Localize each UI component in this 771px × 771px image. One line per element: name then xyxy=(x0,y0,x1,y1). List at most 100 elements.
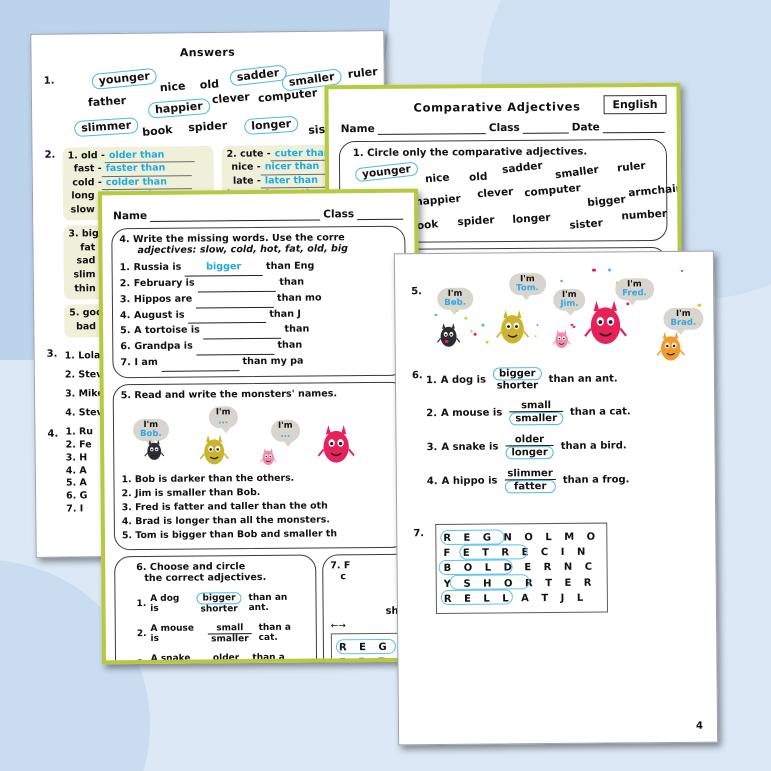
word-father[interactable]: father xyxy=(88,94,127,110)
word-book[interactable]: book xyxy=(142,123,174,140)
word-spider[interactable]: spider xyxy=(188,119,228,135)
choice-item[interactable]: 1. A dog is bigger shorter than an ant. xyxy=(136,591,308,615)
date-input[interactable] xyxy=(603,121,665,133)
word-sister[interactable]: sister xyxy=(569,217,603,232)
word-computer[interactable]: computer xyxy=(257,86,317,105)
front-ex7-number: 7. xyxy=(413,528,424,539)
choice-option-top[interactable]: slimmer xyxy=(504,468,555,480)
word-old[interactable]: old xyxy=(469,171,488,184)
item-prefix: A tortoise is xyxy=(134,325,203,337)
choice-option-top[interactable]: small xyxy=(208,623,252,634)
choice-option-top[interactable]: older xyxy=(505,434,553,446)
front-exercise-6-items[interactable]: 1. A dog is bigger shorter than an ant. 2. A m… xyxy=(412,366,699,494)
choice-option-bottom[interactable]: smaller xyxy=(509,412,563,425)
middle-class-input[interactable] xyxy=(357,208,403,220)
choice-option-bottom[interactable]: fatter xyxy=(504,480,555,493)
item-blank[interactable] xyxy=(203,323,281,340)
word-younger[interactable]: younger xyxy=(91,67,157,89)
word-nice[interactable]: nice xyxy=(159,79,186,95)
item-suffix: than xyxy=(276,276,304,287)
word-longer[interactable]: longer xyxy=(244,115,299,134)
word-number[interactable]: number xyxy=(621,208,667,223)
choice-pair[interactable]: olderlonger xyxy=(505,434,554,459)
word-computer[interactable]: computer xyxy=(524,182,582,199)
word-longer[interactable]: longer xyxy=(512,212,551,226)
choice-item[interactable]: 2. A mouse is small smaller than a cat. xyxy=(137,622,309,645)
choice-option-top[interactable]: bigger xyxy=(493,367,542,380)
wordsearch-highlight xyxy=(336,638,396,654)
answer-blank[interactable]: faster than xyxy=(102,162,192,176)
word-happier[interactable]: happier xyxy=(415,193,461,208)
front-page[interactable]: 5. I'm Bob. I'm Tom. I'm Jim. I'm Fred. I'm Brad.… xyxy=(394,251,718,746)
item-blank[interactable] xyxy=(198,276,276,293)
monster-pink-icon xyxy=(550,327,574,353)
choice-item[interactable]: 3.A snake is olderlonger than a bird. xyxy=(137,652,309,664)
item-suffix: than mo xyxy=(274,292,322,303)
choice-pair[interactable]: olderlonger xyxy=(207,653,246,665)
choice-prefix: A dog is xyxy=(150,593,190,613)
choice-number: 2. xyxy=(426,408,437,419)
class-input[interactable] xyxy=(523,122,569,134)
word-nice[interactable]: nice xyxy=(425,172,450,186)
middle-name-input[interactable] xyxy=(150,208,320,221)
item-number: 7. xyxy=(120,356,134,371)
word-old[interactable]: old xyxy=(199,77,219,92)
fill-in-item[interactable]: 7. I am than my pa xyxy=(120,354,398,372)
word-sadder[interactable]: sadder xyxy=(501,160,543,176)
front-wordsearch[interactable]: R E G N O L M OF E T R E C I NB O L D E … xyxy=(435,523,608,614)
choice-option-bottom[interactable]: shorter xyxy=(197,604,242,614)
word-spider[interactable]: spider xyxy=(457,214,495,228)
choice-item[interactable]: 2. A mouse is small smaller than a cat. xyxy=(426,399,698,426)
word-happier[interactable]: happier xyxy=(148,98,211,119)
choice-option-top[interactable]: bigger xyxy=(196,592,241,604)
answer-blank[interactable]: colder than xyxy=(102,176,192,190)
choice-suffix: than a cat. xyxy=(259,623,309,643)
item-blank[interactable] xyxy=(161,355,239,372)
choice-pair[interactable]: slimmer fatter xyxy=(504,468,556,493)
bubble-name: Bob. xyxy=(444,299,466,308)
choice-item[interactable]: 1. A dog is bigger shorter than an ant. xyxy=(426,366,698,392)
answer-blank[interactable]: older than xyxy=(105,149,195,163)
choice-item[interactable]: 4. A hippo is slimmer fatter than a frog. xyxy=(427,467,699,494)
choice-pair[interactable]: small smaller xyxy=(509,400,563,425)
word-younger[interactable]: younger xyxy=(354,161,418,182)
choice-number: 1. xyxy=(136,599,146,609)
item-blank[interactable] xyxy=(188,308,266,325)
word-bigger[interactable]: bigger xyxy=(587,193,626,209)
exercise-6-items[interactable]: 1. A dog is bigger shorter than an ant. 2. A m… xyxy=(122,591,309,664)
word-smaller[interactable]: smaller xyxy=(554,164,599,182)
choice-option-bottom[interactable]: smaller xyxy=(208,634,252,644)
choice-pair[interactable]: small smaller xyxy=(208,623,252,644)
word-sadder[interactable]: sadder xyxy=(229,64,287,86)
confetti-dot xyxy=(534,335,536,337)
choice-prefix: A snake is xyxy=(441,442,498,453)
choice-option-bottom[interactable]: longer xyxy=(505,446,553,459)
exercise-4-items[interactable]: 1. Russia is bigger than Eng 2. February … xyxy=(120,259,399,372)
choice-pair[interactable]: bigger shorter xyxy=(196,592,241,614)
word-ruler[interactable]: ruler xyxy=(347,65,378,82)
item-prefix: I am xyxy=(134,357,161,368)
exercise-5-sentences: 1. Bob is darker than the others. 2. Jim … xyxy=(121,471,400,544)
middle-worksheet-page[interactable]: Name Class 4. Write the missing words. U… xyxy=(98,189,422,665)
confetti-dot xyxy=(481,324,484,327)
choice-option-top[interactable]: small xyxy=(509,400,563,412)
choice-pair[interactable]: bigger shorter xyxy=(493,367,542,391)
choice-suffix: than an ant. xyxy=(549,373,618,385)
item-prefix: February is xyxy=(134,277,198,289)
monster-pink-icon xyxy=(257,446,279,470)
word-slimmer[interactable]: slimmer xyxy=(74,117,139,137)
word-clever[interactable]: clever xyxy=(211,90,250,107)
name-input[interactable] xyxy=(378,122,486,135)
choice-item[interactable]: 3.A snake is olderlonger than a bird. xyxy=(426,433,698,460)
choice-option-bottom[interactable]: shorter xyxy=(493,380,542,391)
item-blank[interactable] xyxy=(196,292,274,309)
item-blank[interactable]: bigger xyxy=(185,260,263,277)
word-clever[interactable]: clever xyxy=(477,186,514,201)
word-ruler[interactable]: ruler xyxy=(617,160,647,175)
item-blank[interactable] xyxy=(196,339,274,356)
word-armchair[interactable]: armchair xyxy=(628,182,682,199)
choice-number: 3. xyxy=(137,659,147,664)
choice-option-top[interactable]: older xyxy=(207,653,246,664)
item-suffix: than xyxy=(274,340,302,351)
item-prefix: Grandpa is xyxy=(134,341,196,353)
